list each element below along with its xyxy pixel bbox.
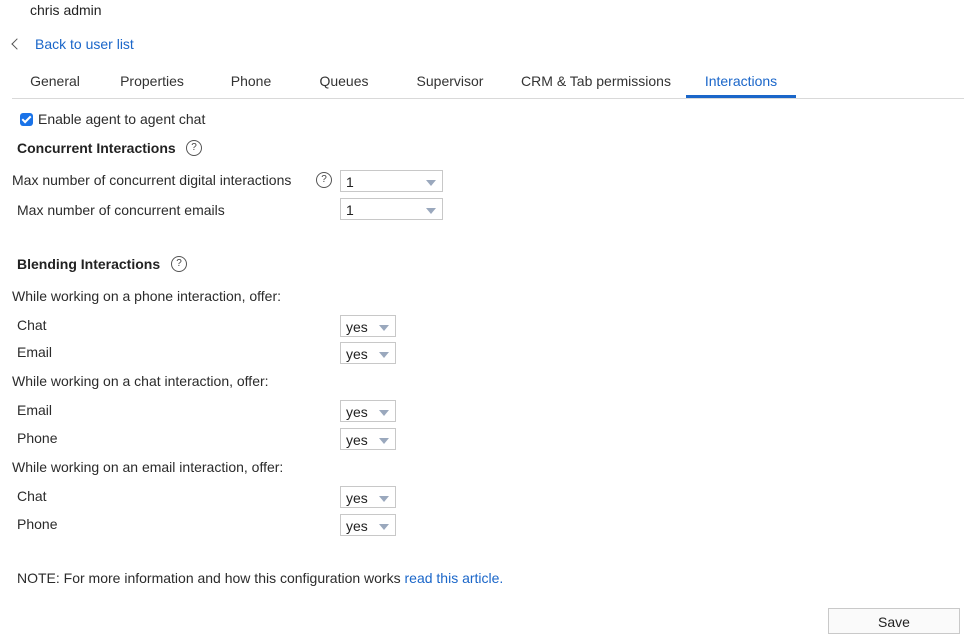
tab-crm-tab-permissions[interactable]: CRM & Tab permissions (506, 62, 686, 97)
tab-supervisor[interactable]: Supervisor (396, 62, 504, 97)
phone-email-label: Email (17, 344, 53, 360)
max-emails-select[interactable]: 1 (340, 198, 443, 220)
phone-chat-value: yes (346, 319, 368, 335)
chat-email-label: Email (17, 402, 53, 418)
caret-down-icon (379, 438, 389, 444)
phone-chat-label: Chat (17, 317, 47, 333)
chat-interaction-heading: While working on a chat interaction, off… (12, 373, 269, 389)
note-body: NOTE: For more information and how this … (17, 570, 405, 586)
caret-down-icon (426, 180, 436, 186)
back-link-label: Back to user list (35, 36, 134, 52)
email-phone-select[interactable]: yes (340, 514, 396, 536)
tab-phone[interactable]: Phone (212, 62, 290, 97)
blending-interactions-title: Blending Interactions (17, 256, 161, 272)
email-chat-select[interactable]: yes (340, 486, 396, 508)
user-name: chris admin (30, 2, 102, 18)
chat-phone-label: Phone (17, 430, 58, 446)
caret-down-icon (379, 352, 389, 358)
phone-email-value: yes (346, 346, 368, 362)
email-interaction-heading: While working on an email interaction, o… (12, 459, 284, 475)
email-chat-value: yes (346, 490, 368, 506)
caret-down-icon (379, 524, 389, 530)
chat-phone-select[interactable]: yes (340, 428, 396, 450)
tab-queues[interactable]: Queues (302, 62, 386, 97)
enable-agent-chat-checkbox[interactable] (20, 113, 33, 126)
max-digital-select[interactable]: 1 (340, 170, 443, 192)
email-chat-label: Chat (17, 488, 47, 504)
note-text: NOTE: For more information and how this … (17, 570, 503, 586)
help-icon[interactable]: ? (316, 172, 332, 188)
phone-chat-select[interactable]: yes (340, 315, 396, 337)
tab-interactions[interactable]: Interactions (686, 62, 796, 98)
caret-down-icon (379, 410, 389, 416)
phone-interaction-heading: While working on a phone interaction, of… (12, 288, 282, 304)
caret-down-icon (379, 496, 389, 502)
chat-phone-value: yes (346, 432, 368, 448)
tab-properties[interactable]: Properties (104, 62, 200, 97)
help-icon[interactable]: ? (186, 140, 202, 156)
caret-down-icon (426, 208, 436, 214)
save-button[interactable]: Save (828, 608, 960, 634)
concurrent-interactions-title: Concurrent Interactions (17, 140, 176, 156)
help-icon[interactable]: ? (171, 256, 187, 272)
chevron-left-icon (11, 38, 23, 50)
chat-email-value: yes (346, 404, 368, 420)
email-phone-label: Phone (17, 516, 58, 532)
tab-bar: General Properties Phone Queues Supervis… (12, 62, 964, 99)
chat-email-select[interactable]: yes (340, 400, 396, 422)
max-emails-label: Max number of concurrent emails (17, 202, 225, 218)
max-emails-value: 1 (346, 202, 354, 218)
phone-email-select[interactable]: yes (340, 342, 396, 364)
tab-general[interactable]: General (12, 62, 98, 97)
max-digital-value: 1 (346, 174, 354, 190)
max-digital-label: Max number of concurrent digital interac… (12, 172, 292, 188)
read-article-link[interactable]: read this article. (405, 570, 504, 586)
enable-agent-chat-label: Enable agent to agent chat (38, 111, 206, 127)
email-phone-value: yes (346, 518, 368, 534)
back-to-user-list-link[interactable]: Back to user list (10, 36, 134, 52)
caret-down-icon (379, 325, 389, 331)
